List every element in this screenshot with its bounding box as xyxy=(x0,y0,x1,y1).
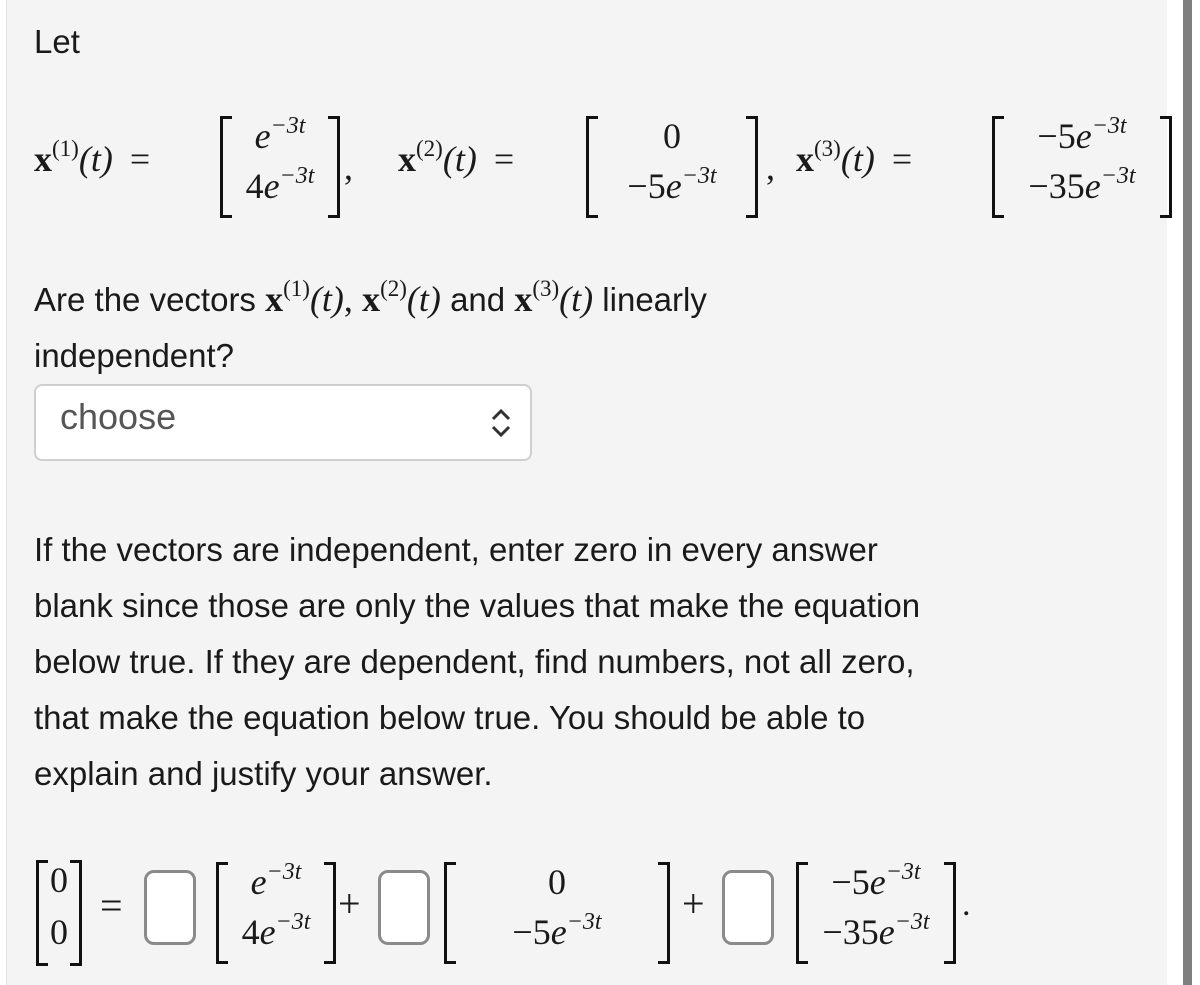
vector-3-label: x(3)(t) = xyxy=(796,136,913,179)
vector-3-matrix: −5e−3t −35e−3t xyxy=(992,113,1172,218)
intro-text: Let xyxy=(34,23,80,60)
instruction-line: If the vectors are independent, enter ze… xyxy=(34,531,878,568)
instruction-line: that make the equation below true. You s… xyxy=(34,699,866,736)
period: . xyxy=(962,886,971,923)
vector-1-matrix: e−3t 4e−3t xyxy=(220,113,340,218)
question-line-1: Are the vectors x(1)(t), x(2)(t) and x(3… xyxy=(34,276,707,319)
select-value: choose xyxy=(60,396,177,437)
question-line-2: independent? xyxy=(34,337,235,374)
vector-2-matrix: 0 −5e−3t xyxy=(444,862,670,964)
zero-vector: 0 0 xyxy=(36,860,82,966)
instruction-line: below true. If they are dependent, find … xyxy=(34,643,915,680)
coefficient-1-input[interactable] xyxy=(144,870,196,945)
comma: , xyxy=(766,147,775,187)
vector-1-matrix: e−3t 4e−3t xyxy=(216,859,336,964)
instruction-line: explain and justify your answer. xyxy=(34,755,493,792)
scrollbar[interactable] xyxy=(1183,0,1192,985)
coefficient-3-input[interactable] xyxy=(722,870,774,945)
vector-1-label: x(1)(t) = xyxy=(34,136,151,179)
updown-chevron-icon xyxy=(491,408,511,438)
vector-2-label: x(2)(t) = xyxy=(398,136,515,179)
comma: , xyxy=(344,147,353,187)
plus-sign: + xyxy=(338,881,361,926)
independence-select[interactable]: choose xyxy=(34,384,532,461)
vector-2-matrix: 0 −5e−3t xyxy=(586,116,758,218)
coefficient-2-input[interactable] xyxy=(378,870,430,945)
equals-sign: = xyxy=(100,883,123,928)
instruction-line: blank since those are only the values th… xyxy=(34,587,921,624)
vector-3-matrix: −5e−3t −35e−3t xyxy=(796,859,956,964)
plus-sign: + xyxy=(682,881,705,926)
